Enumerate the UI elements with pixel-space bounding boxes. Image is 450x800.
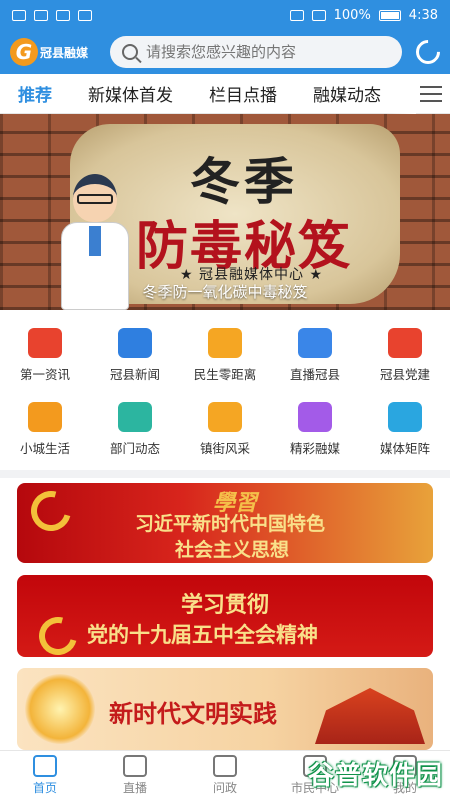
tabs-fade bbox=[386, 74, 416, 114]
category-label: 冠县新闻 bbox=[109, 366, 160, 382]
category-label: 第一资讯 bbox=[19, 366, 70, 382]
channel-tabs: 推荐 新媒体首发 栏目点播 融媒动态 bbox=[0, 74, 450, 114]
category-label: 媒体矩阵 bbox=[379, 440, 430, 456]
banner-caption: 冬季防一氧化碳中毒秘笈 bbox=[142, 283, 308, 301]
promo-line2: 党的十九届五中全会精神 bbox=[87, 622, 318, 647]
nav-label: 首页 bbox=[32, 781, 57, 795]
tv-icon bbox=[298, 327, 332, 358]
tab-recommend[interactable]: 推荐 bbox=[0, 81, 70, 106]
app-header: G 冠县融媒 bbox=[0, 30, 450, 74]
tab-media-news[interactable]: 融媒动态 bbox=[295, 81, 399, 106]
home-icon bbox=[33, 755, 57, 777]
nav-label: 直播 bbox=[122, 781, 147, 795]
category-item[interactable]: 民生零距离 bbox=[180, 318, 270, 392]
clock: 4:38 bbox=[408, 7, 438, 23]
newspaper-icon bbox=[118, 327, 152, 358]
status-bar: 100% 4:38 bbox=[0, 0, 450, 30]
coffee-cup-icon bbox=[28, 401, 62, 432]
question-icon bbox=[213, 755, 237, 777]
notification-icon bbox=[56, 9, 70, 21]
promo-line2: 社会主义思想 bbox=[175, 539, 290, 561]
promo-line1: 习近平新时代中国特色 bbox=[135, 513, 326, 535]
section-divider bbox=[0, 470, 450, 478]
category-item[interactable]: 冠县新闻 bbox=[90, 318, 180, 392]
category-label: 冠县党建 bbox=[379, 366, 430, 382]
category-label: 民生零距离 bbox=[193, 366, 257, 382]
menu-icon[interactable] bbox=[420, 86, 442, 102]
tab-program[interactable]: 栏目点播 bbox=[191, 81, 295, 106]
tiananmen-illustration bbox=[315, 688, 425, 744]
nav-label: 问政 bbox=[212, 781, 237, 795]
promo-banner-civilization[interactable]: 新时代文明实践 bbox=[17, 668, 433, 750]
wifi-icon bbox=[34, 9, 48, 21]
category-label: 部门动态 bbox=[109, 440, 160, 456]
tv-badge-icon bbox=[298, 401, 332, 432]
logo-mark-icon: G bbox=[10, 38, 38, 66]
logo-text: 冠县融媒 bbox=[40, 45, 89, 60]
app-logo[interactable]: G 冠县融媒 bbox=[10, 38, 100, 66]
bluetooth-icon bbox=[311, 9, 326, 21]
category-label: 小城生活 bbox=[19, 440, 70, 456]
battery-percent: 100% bbox=[333, 7, 371, 23]
category-grid: 第一资讯 冠县新闻 民生零距离 直播冠县 冠县党建小城生活 部门动态 镇街风采 精彩融媒 媒体矩… bbox=[0, 318, 450, 466]
building-icon bbox=[118, 401, 152, 432]
party-emblem-icon bbox=[388, 327, 422, 358]
search-bar[interactable] bbox=[110, 36, 402, 68]
category-item[interactable]: 冠县党建 bbox=[360, 318, 450, 392]
category-label: 精彩融媒 bbox=[289, 440, 340, 456]
video-camera-icon bbox=[123, 755, 147, 777]
category-item[interactable]: 小城生活 bbox=[0, 392, 90, 466]
category-item[interactable]: 精彩融媒 bbox=[270, 392, 360, 466]
sim-icon bbox=[12, 9, 26, 21]
category-item[interactable]: 第一资讯 bbox=[0, 318, 90, 392]
hammer-sickle-icon bbox=[23, 483, 79, 539]
hero-banner[interactable]: 冬季 防毒秘笈 ★ 冠县融媒体中心 ★ 冬季防一氧化碳中毒秘笈 bbox=[0, 114, 450, 310]
nav-item[interactable]: 首页 bbox=[0, 751, 90, 800]
category-item[interactable]: 部门动态 bbox=[90, 392, 180, 466]
grid-icon bbox=[388, 401, 422, 432]
flower-icon bbox=[208, 327, 242, 358]
headset-icon bbox=[289, 9, 304, 21]
category-item[interactable]: 媒体矩阵 bbox=[360, 392, 450, 466]
search-input[interactable] bbox=[146, 43, 386, 61]
category-item[interactable]: 镇街风采 bbox=[180, 392, 270, 466]
watermark: 谷普软件园 bbox=[308, 761, 444, 791]
battery-icon bbox=[378, 9, 401, 21]
category-item[interactable]: 直播冠县 bbox=[270, 318, 360, 392]
sunburst-decoration bbox=[25, 674, 95, 744]
promo-banner-thought[interactable]: 學習 习近平新时代中国特色 社会主义思想 bbox=[17, 483, 433, 563]
search-icon bbox=[122, 44, 138, 60]
category-label: 镇街风采 bbox=[199, 440, 250, 456]
promo-line1: 学习贯彻 bbox=[180, 592, 269, 618]
news-icon bbox=[28, 327, 62, 358]
nav-item[interactable]: 问政 bbox=[180, 751, 270, 800]
promo-banner-plenum[interactable]: 学习贯彻 党的十九届五中全会精神 bbox=[17, 575, 433, 657]
house-icon bbox=[208, 401, 242, 432]
download-icon bbox=[78, 9, 92, 21]
category-label: 直播冠县 bbox=[289, 366, 340, 382]
tab-new-media[interactable]: 新媒体首发 bbox=[70, 81, 191, 106]
refresh-icon[interactable] bbox=[411, 35, 445, 69]
nav-item[interactable]: 直播 bbox=[90, 751, 180, 800]
promo-line1: 新时代文明实践 bbox=[109, 699, 277, 728]
